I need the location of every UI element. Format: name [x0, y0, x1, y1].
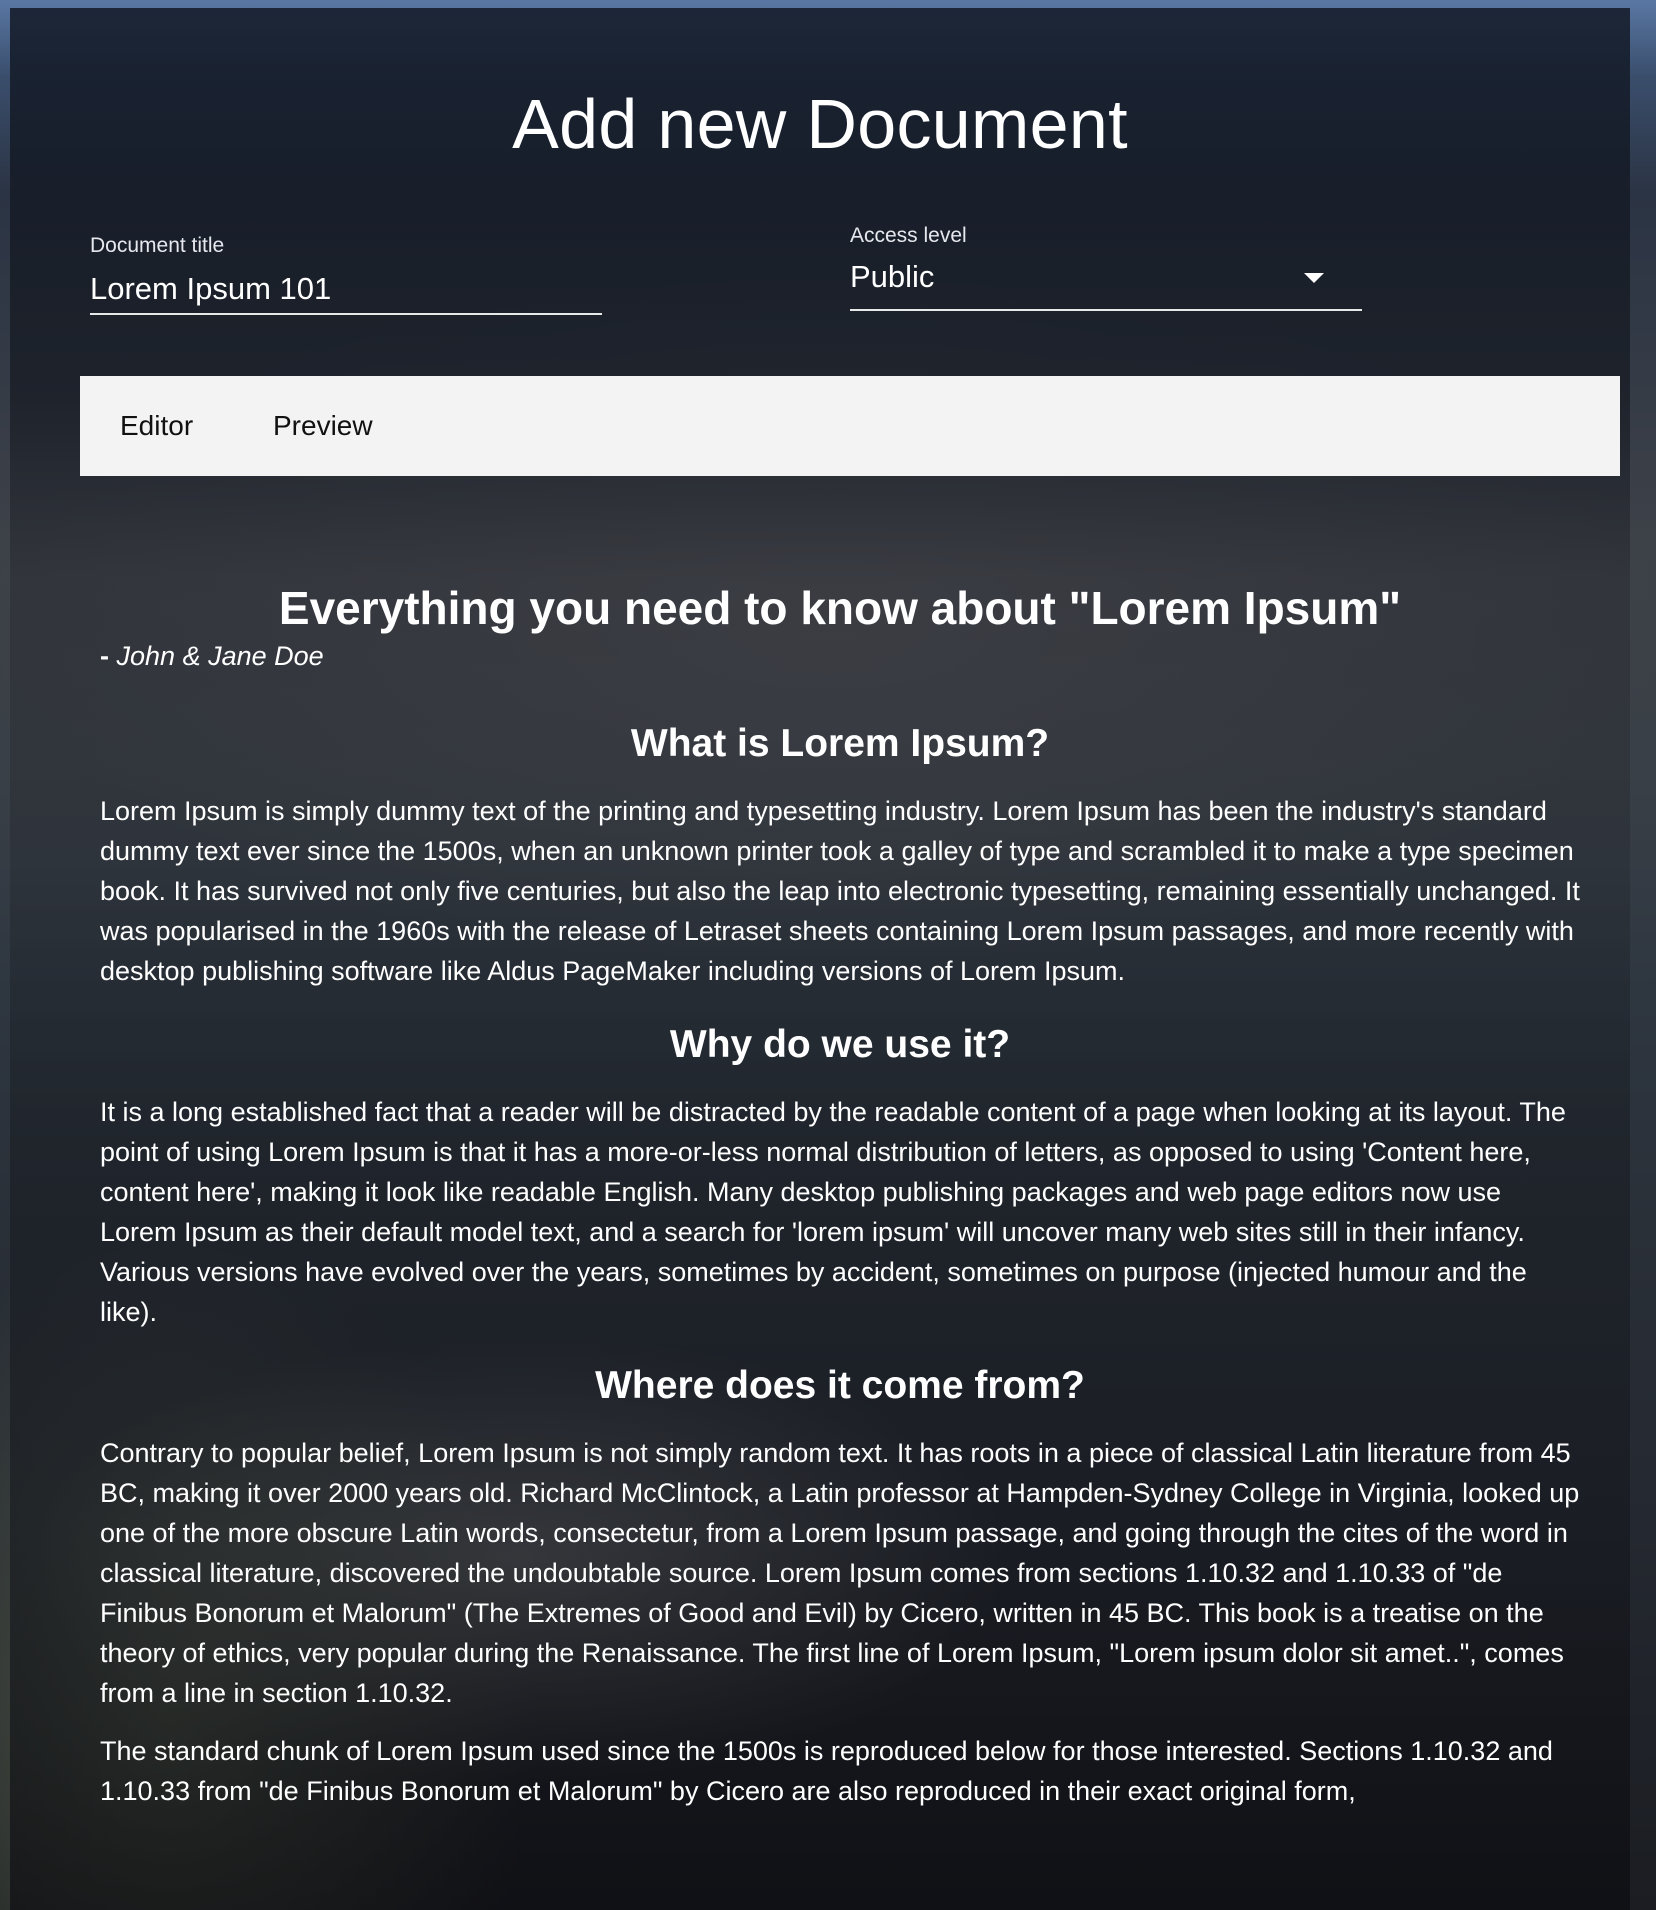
arrow-drop-down-icon[interactable] — [1304, 273, 1324, 283]
document-preview: Everything you need to know about "Lorem… — [100, 580, 1580, 1811]
access-level-label: Access level — [850, 224, 967, 247]
author-name: John & Jane Doe — [116, 641, 324, 671]
section-paragraph-why: It is a long established fact that a rea… — [100, 1097, 1566, 1327]
section-heading-where: Where does it come from? — [595, 1364, 1085, 1407]
author-prefix: - — [100, 641, 109, 671]
document-title-label: Document title — [90, 234, 225, 257]
document-author: - John & Jane Doe — [100, 636, 1580, 676]
document-title-field: Document title — [90, 234, 602, 315]
editor-preview-tabs: Editor Preview — [80, 376, 1620, 476]
page-title: Add new Document — [512, 85, 1128, 163]
section-heading-what: What is Lorem Ipsum? — [630, 722, 1050, 765]
section-paragraph-what: Lorem Ipsum is simply dummy text of the … — [100, 796, 1580, 986]
access-level-select[interactable]: Public — [850, 259, 1362, 311]
tab-preview[interactable]: Preview — [273, 410, 373, 442]
access-level-field: Access level Public — [850, 224, 1362, 311]
section-heading-why: Why do we use it? — [669, 1023, 1011, 1066]
document-title-input[interactable] — [90, 271, 602, 315]
document-heading: Everything you need to know about "Lorem… — [278, 582, 1402, 634]
section-paragraph-standard-chunk: The standard chunk of Lorem Ipsum used s… — [100, 1736, 1553, 1806]
access-level-value: Public — [850, 259, 935, 294]
tab-editor[interactable]: Editor — [120, 410, 193, 442]
section-paragraph-where: Contrary to popular belief, Lorem Ipsum … — [100, 1438, 1580, 1708]
